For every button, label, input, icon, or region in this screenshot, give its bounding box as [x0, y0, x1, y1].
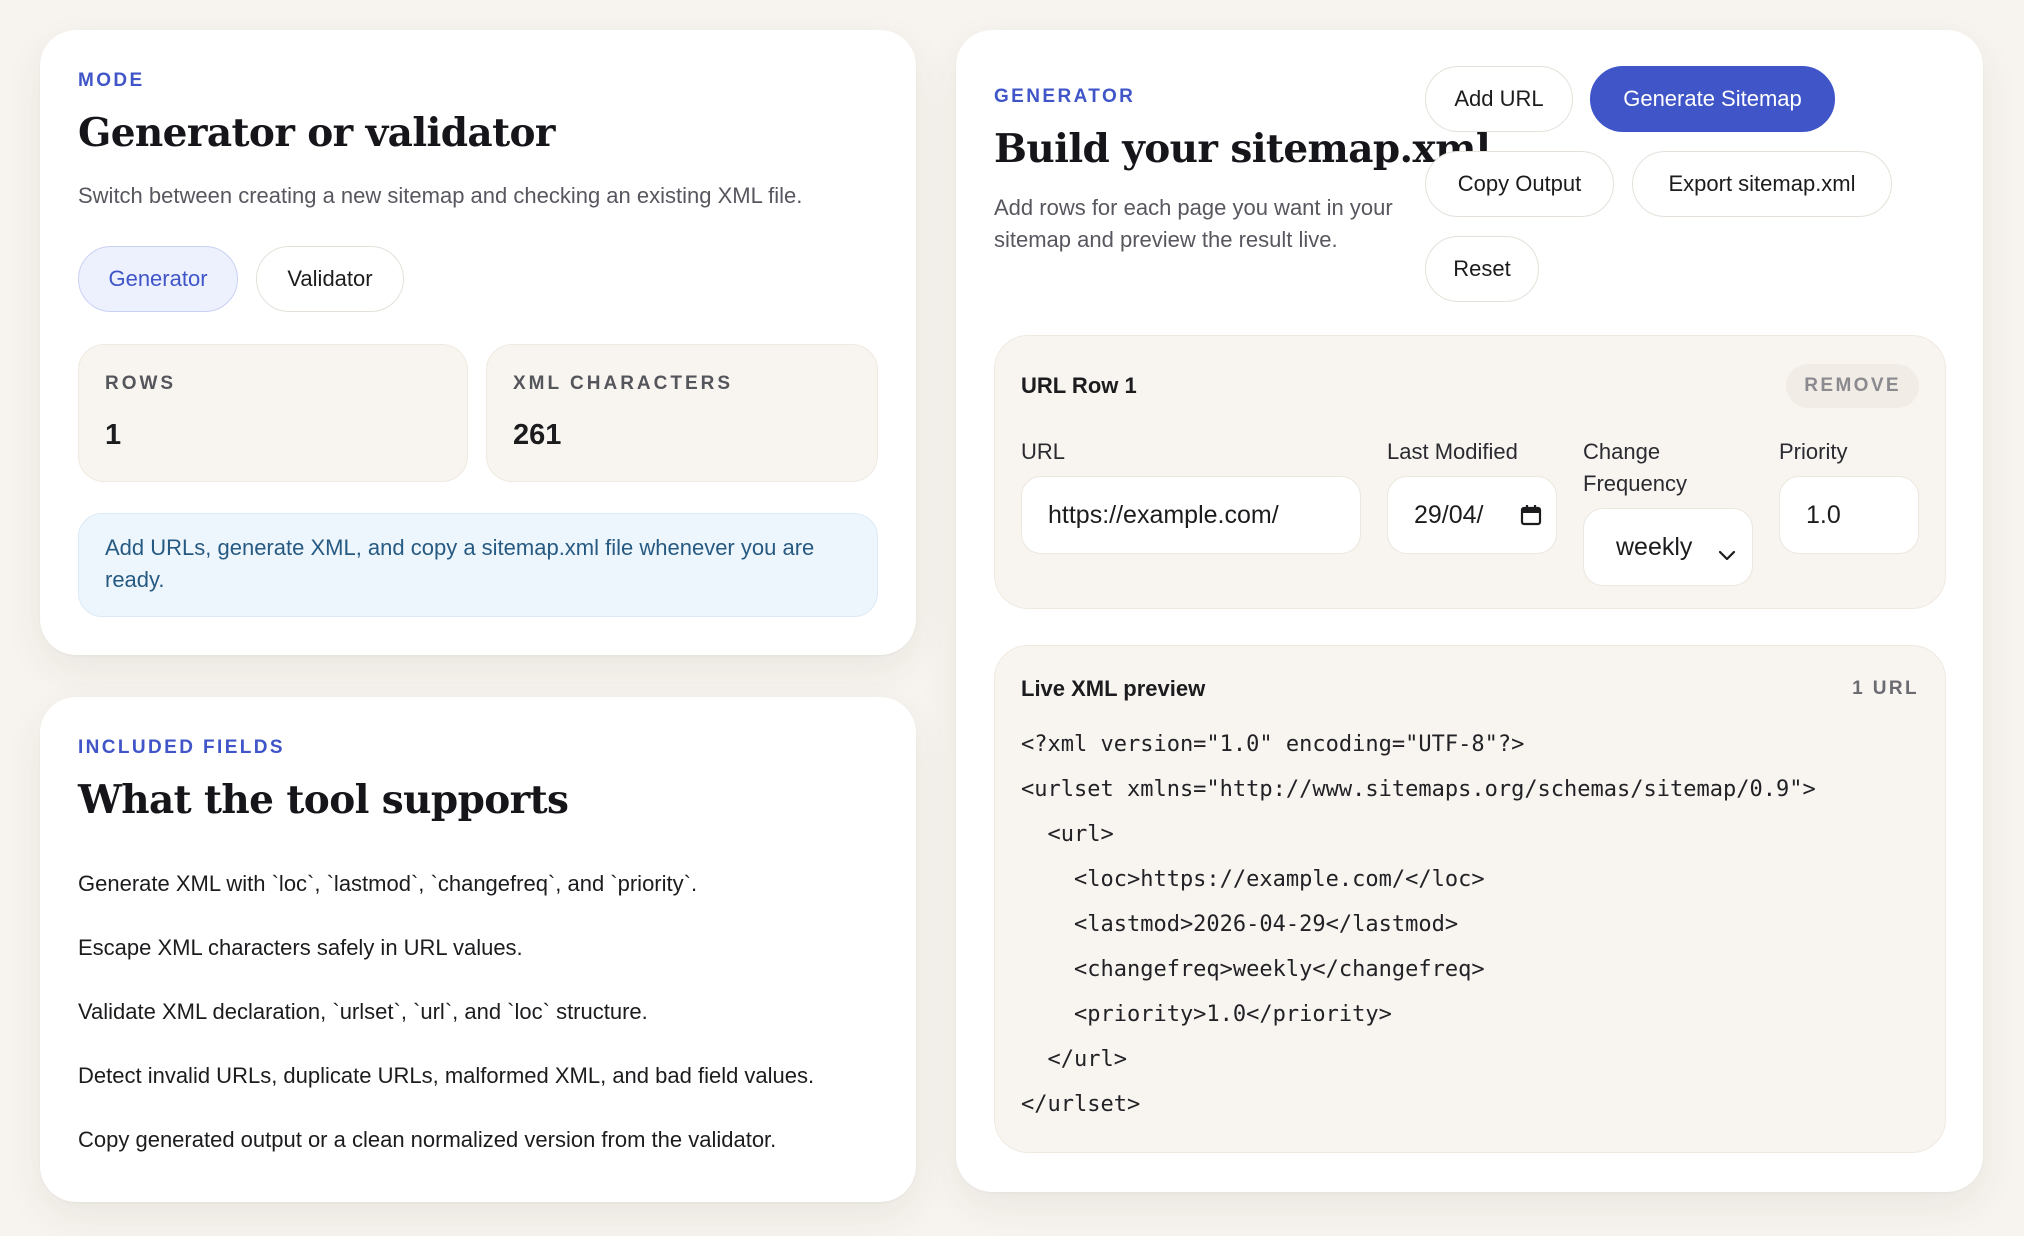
stat-rows-label: ROWS [105, 373, 177, 394]
change-frequency-select[interactable]: weekly [1583, 508, 1753, 586]
url-row-panel: URL Row 1 REMOVE URL https://example.com… [994, 335, 1946, 609]
generator-card: GENERATOR Build your sitemap.xml Add row… [956, 30, 1983, 1192]
change-frequency-label: Change Frequency [1583, 439, 1687, 496]
xml-line: </url> [1021, 1047, 1127, 1072]
stat-xml-characters: XML CHARACTERS 261 [486, 344, 878, 482]
last-modified-input[interactable]: 29/04/ [1387, 476, 1557, 554]
fields-eyebrow: INCLUDED FIELDS [78, 737, 285, 758]
url-field-label: URL [1021, 439, 1066, 464]
calendar-icon[interactable] [1520, 504, 1542, 526]
xml-line: <url> [1021, 822, 1114, 847]
xml-line: <urlset xmlns="http://www.sitemaps.org/s… [1021, 777, 1816, 802]
stat-xml-characters-label: XML CHARACTERS [513, 373, 734, 394]
mode-title: Generator or validator [78, 110, 555, 156]
feature-item: Validate XML declaration, `urlset`, `url… [78, 999, 648, 1024]
export-sitemap-button[interactable]: Export sitemap.xml [1632, 151, 1892, 217]
priority-value: 1.0 [1806, 500, 1841, 529]
remove-row-button[interactable]: REMOVE [1786, 364, 1919, 408]
feature-item: Generate XML with `loc`, `lastmod`, `cha… [78, 871, 698, 896]
xml-line: <?xml version="1.0" encoding="UTF-8"?> [1021, 732, 1525, 757]
url-count-badge: 1 URL [1852, 678, 1919, 699]
feature-item: Copy generated output or a clean normali… [78, 1127, 777, 1152]
url-row-title: URL Row 1 [1021, 373, 1137, 398]
url-input[interactable]: https://example.com/ [1021, 476, 1361, 554]
add-url-button[interactable]: Add URL [1425, 66, 1573, 132]
priority-input[interactable]: 1.0 [1779, 476, 1919, 554]
change-frequency-value: weekly [1616, 532, 1693, 561]
included-fields-card: INCLUDED FIELDS What the tool supports G… [40, 697, 916, 1202]
xml-preview-panel: Live XML preview 1 URL <?xml version="1.… [994, 645, 1946, 1153]
xml-line: <loc>https://example.com/</loc> [1021, 867, 1485, 892]
mode-card: MODE Generator or validator Switch betwe… [40, 30, 916, 655]
mode-eyebrow: MODE [78, 70, 145, 91]
generator-title: Build your sitemap.xml [994, 126, 1491, 172]
generate-sitemap-button[interactable]: Generate Sitemap [1590, 66, 1835, 132]
mode-tab-generator[interactable]: Generator [78, 246, 238, 312]
xml-line: <changefreq>weekly</changefreq> [1021, 957, 1485, 982]
stat-xml-characters-value: 261 [513, 419, 562, 451]
priority-label: Priority [1779, 439, 1848, 464]
url-input-value: https://example.com/ [1048, 500, 1279, 529]
stat-rows-value: 1 [105, 419, 122, 451]
generator-eyebrow: GENERATOR [994, 86, 1136, 107]
last-modified-value: 29/04/ [1414, 500, 1484, 529]
copy-output-button[interactable]: Copy Output [1425, 151, 1614, 217]
chevron-down-icon [1718, 540, 1736, 561]
generator-description: Add rows for each page you want in your … [994, 195, 1393, 252]
feature-item: Escape XML characters safely in URL valu… [78, 935, 523, 960]
fields-title: What the tool supports [78, 777, 569, 823]
feature-item: Detect invalid URLs, duplicate URLs, mal… [78, 1063, 815, 1088]
last-modified-label: Last Modified [1387, 439, 1518, 464]
stat-rows: ROWS 1 [78, 344, 468, 482]
xml-preview-title: Live XML preview [1021, 676, 1206, 701]
xml-line: <priority>1.0</priority> [1021, 1002, 1392, 1027]
mode-description: Switch between creating a new sitemap an… [78, 183, 803, 208]
reset-button[interactable]: Reset [1425, 236, 1539, 302]
mode-tab-validator[interactable]: Validator [256, 246, 404, 312]
status-note: Add URLs, generate XML, and copy a sitem… [78, 513, 878, 617]
xml-line: </urlset> [1021, 1092, 1141, 1117]
xml-line: <lastmod>2026-04-29</lastmod> [1021, 912, 1459, 937]
